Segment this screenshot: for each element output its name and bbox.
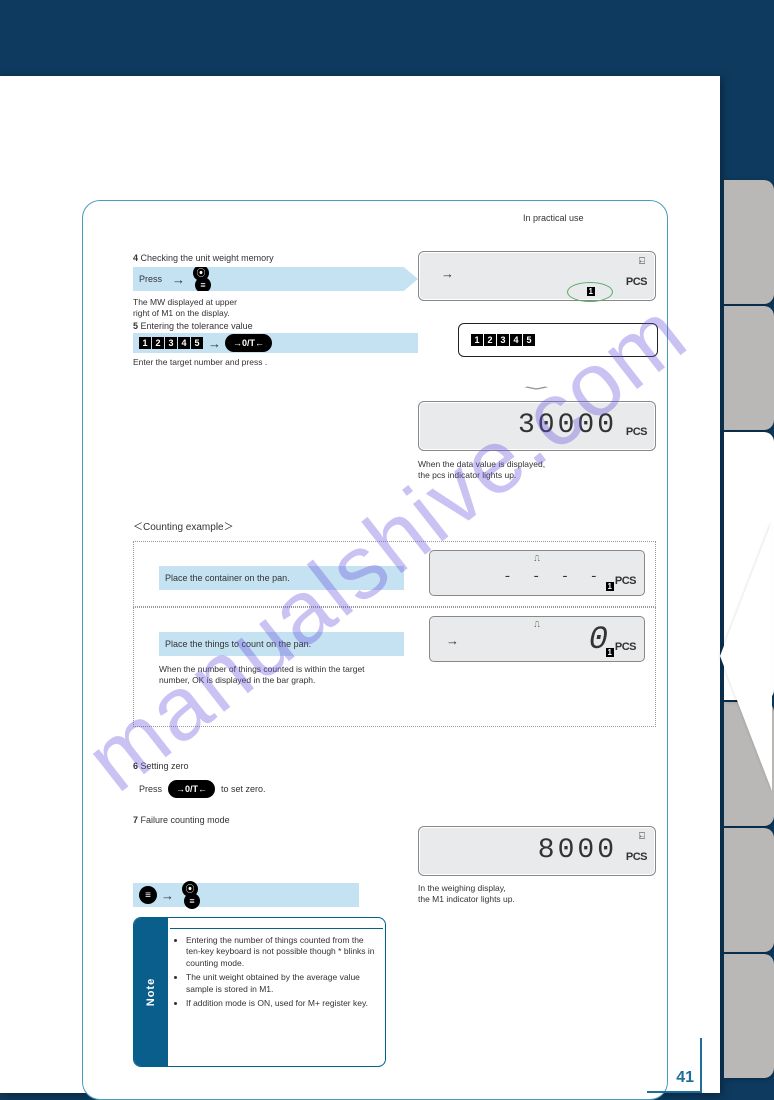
note-box: Note Entering the number of things count… [133, 917, 386, 1067]
zero-tare-key[interactable]: →0/T← [168, 780, 215, 798]
step7-title: Failure counting mode [141, 815, 230, 825]
tab-1[interactable] [724, 180, 774, 304]
note-item: The unit weight obtained by the average … [186, 972, 379, 995]
example-b-box: Place the things to count on the pan. Wh… [133, 607, 656, 727]
practical-header: In practical use [523, 213, 584, 225]
step6-label: 6 Setting zero [133, 761, 189, 771]
highlight-circle [567, 282, 613, 302]
example-b-lcd: ⎍ → 0 PCS 1 [429, 616, 645, 662]
note-label: Note [145, 978, 157, 1006]
step4-title: Checking the unit weight memory [141, 253, 274, 263]
chevron-down-icon: ⌄ [513, 378, 560, 393]
tab-5[interactable] [724, 828, 774, 952]
dial-icon: ⦿≡ [189, 265, 213, 293]
example-b-note: When the number of things counted is wit… [159, 664, 414, 686]
step4-caption: The MW displayed at upperright of M1 on … [133, 297, 237, 319]
step5-lcd: 30000 PCS [418, 401, 656, 451]
step7-band: ≡ → ⦿≡ [133, 883, 359, 907]
page: In practical use 4 Checking the unit wei… [0, 76, 720, 1093]
active-tab-wedge [720, 521, 772, 791]
step5-label: 5 Entering the tolerance value [133, 321, 253, 331]
tab-6[interactable] [724, 954, 774, 1078]
step5-band: 12345 → →0/T← [133, 333, 418, 353]
page-number: 41 [647, 1038, 702, 1093]
note-item: If addition mode is ON, used for M+ regi… [186, 998, 379, 1009]
dial-icon: ⦿≡ [178, 881, 202, 909]
step5-lcd-caption: When the data value is displayed,the pcs… [418, 459, 648, 481]
note-label-bar: Note [134, 918, 168, 1066]
anchor-icon: ⎍ [534, 554, 540, 564]
step5-caption: Enter the target number and press . [133, 357, 393, 368]
note-item: Entering the number of things counted fr… [186, 935, 379, 969]
anchor-icon: ⎍ [534, 620, 540, 630]
step4-lcd: ⍇ → PCS 1 [418, 251, 656, 301]
pcs-label: PCS [626, 276, 647, 288]
step7-label: 7 Failure counting mode [133, 815, 230, 825]
example-a-lcd: ⎍ - - - - PCS 1 [429, 550, 645, 596]
lcd-value: 30000 [518, 410, 617, 441]
step5-input-display: 12345 [458, 323, 658, 357]
lcd-value: 8000 [538, 835, 617, 866]
tab-2[interactable] [724, 306, 774, 430]
menu-key-icon[interactable]: ≡ [139, 886, 157, 904]
step4-band: Press → ⦿≡ [133, 267, 418, 291]
example-a-box: Place the container on the pan. ⎍ - - - … [133, 541, 656, 607]
example-b-band: Place the things to count on the pan. [159, 632, 404, 656]
step7-caption: In the weighing display,the M1 indicator… [418, 883, 648, 905]
arrow-icon: → [441, 266, 454, 281]
note-body: Entering the number of things counted fr… [174, 924, 379, 1013]
step7-lcd: ⍇ 8000 PCS [418, 826, 656, 876]
example-title: ＜Counting example＞ [133, 521, 234, 534]
step4-label: 4 Checking the unit weight memory [133, 253, 274, 263]
step6-title: Setting zero [141, 761, 189, 771]
content-card: In practical use 4 Checking the unit wei… [82, 200, 668, 1100]
step6-band: Press →0/T← to set zero. [133, 777, 418, 801]
radio-icon: ⍇ [639, 256, 645, 267]
radio-icon: ⍇ [639, 831, 645, 842]
step5-title: Entering the tolerance value [141, 321, 253, 331]
zero-tare-key[interactable]: →0/T← [225, 334, 272, 352]
example-a-band: Place the container on the pan. [159, 566, 404, 590]
